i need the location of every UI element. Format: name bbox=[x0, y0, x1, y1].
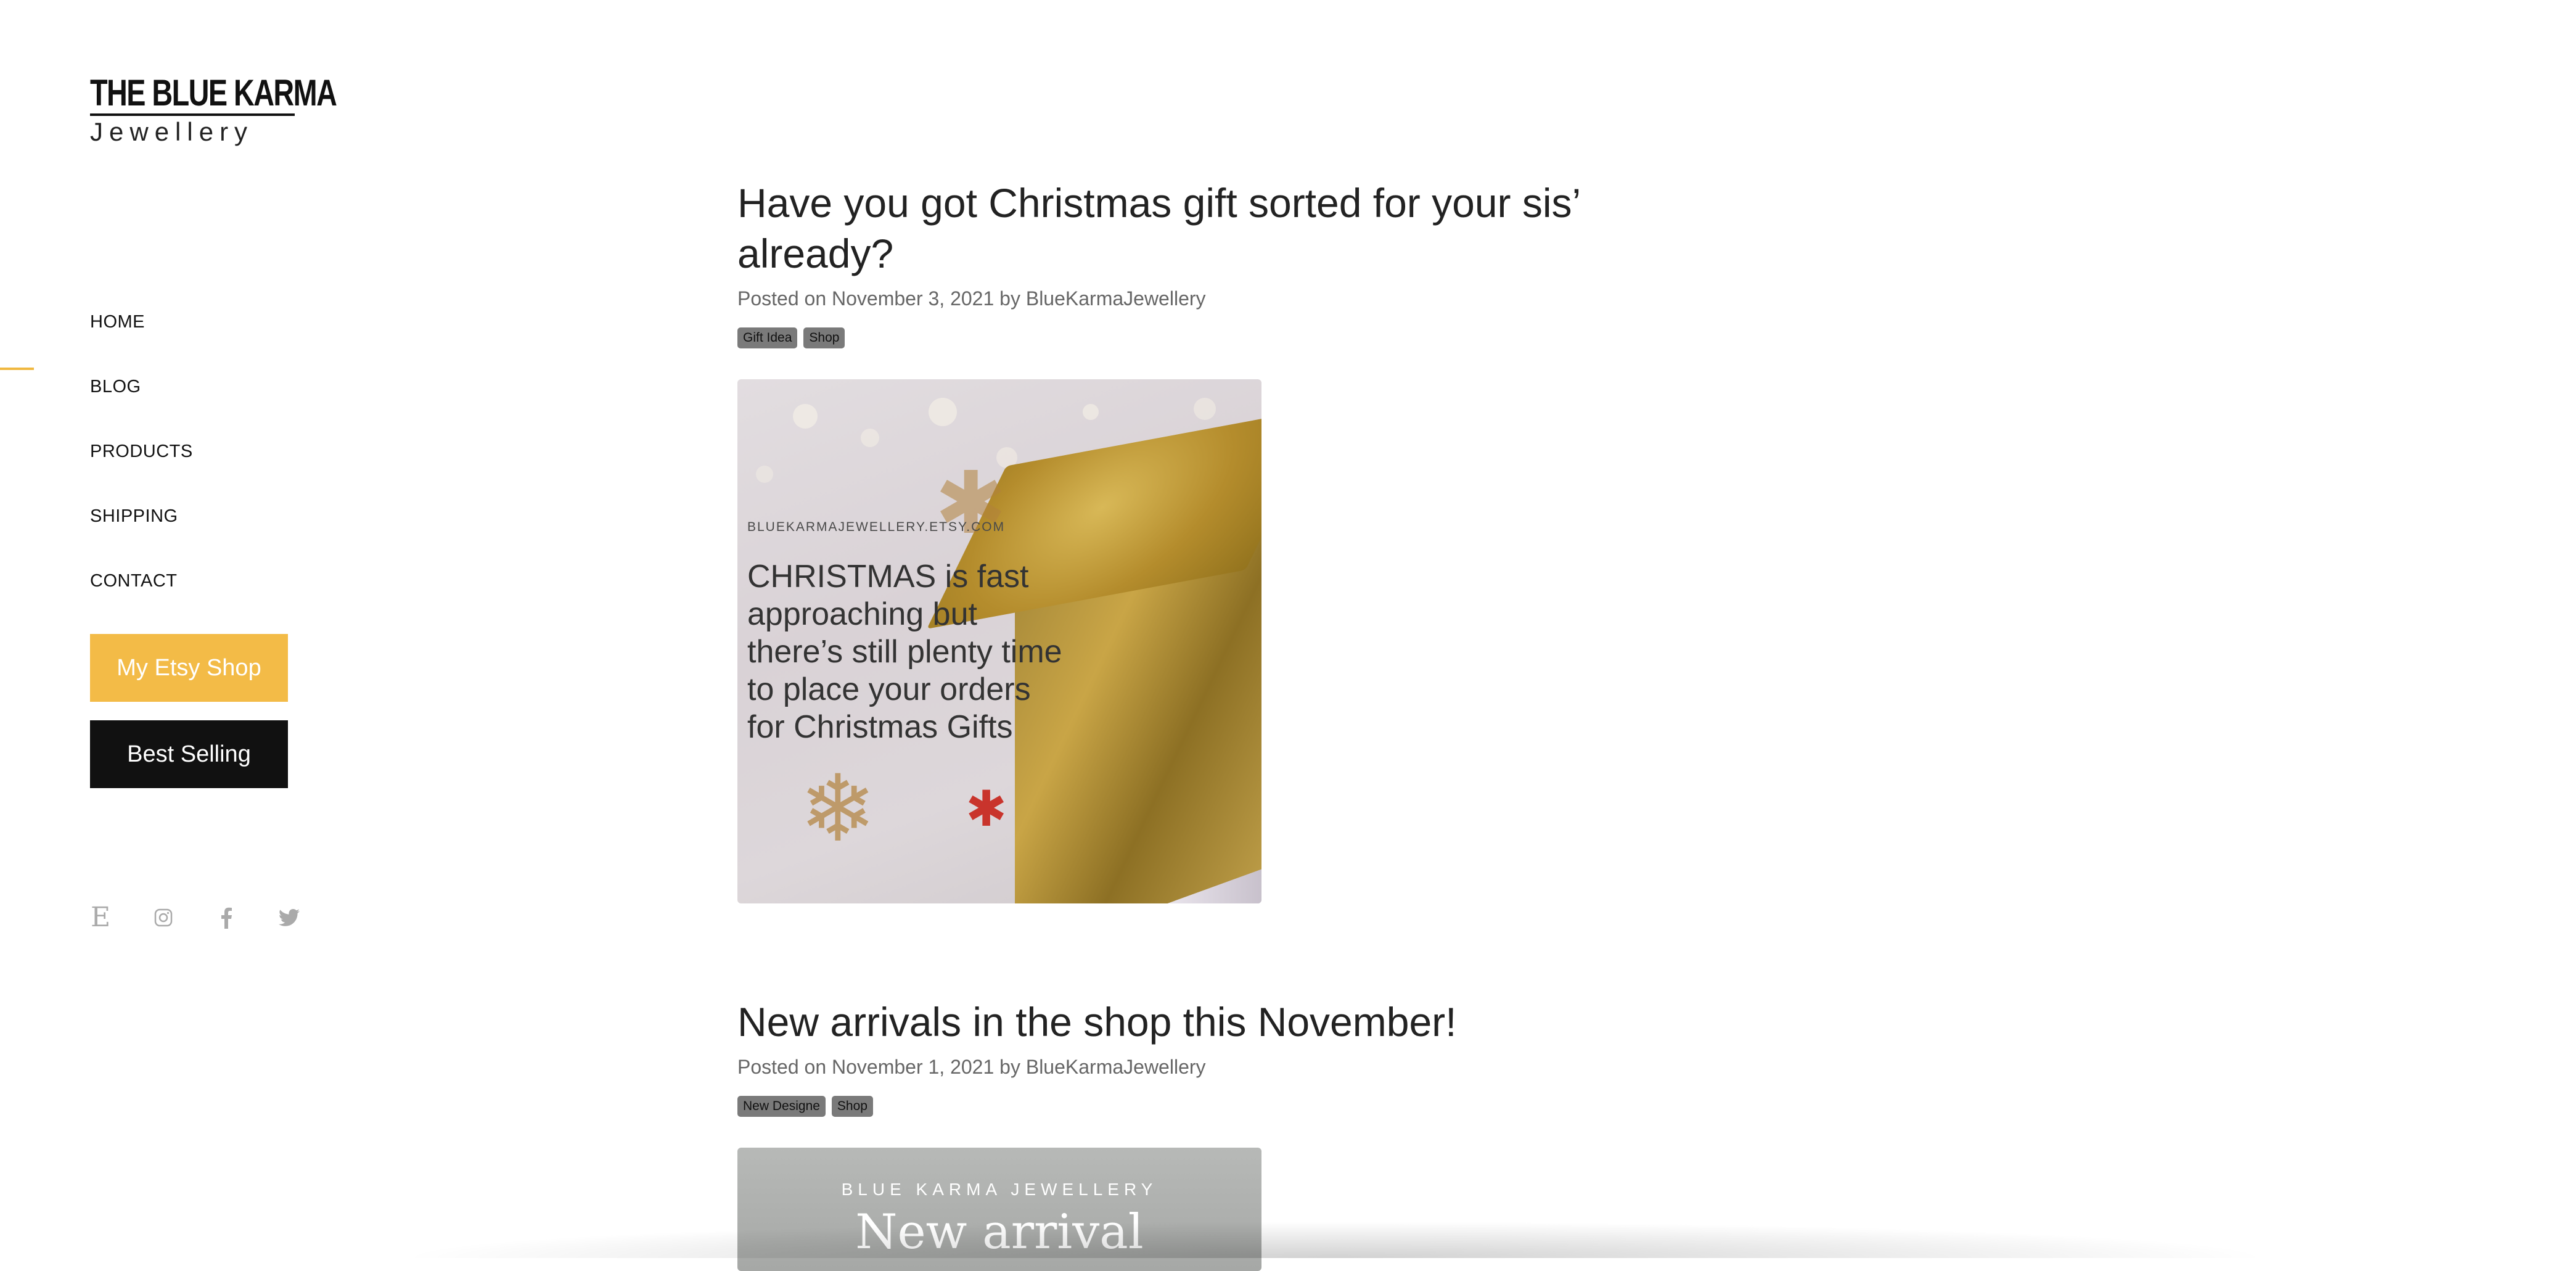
logo-line1: THE BLUE KARMA bbox=[90, 72, 337, 113]
nav-link-home[interactable]: HOME bbox=[90, 312, 145, 332]
tag-new-designs[interactable]: New Designe bbox=[737, 1096, 826, 1117]
image-brand-text: BLUE KARMA JEWELLERY bbox=[841, 1180, 1158, 1199]
tag-shop[interactable]: Shop bbox=[831, 1096, 873, 1117]
nav-link-blog[interactable]: BLOG bbox=[90, 377, 141, 397]
tag-gift-idea[interactable]: Gift Idea bbox=[737, 327, 798, 348]
image-url-text: BLUEKARMAJEWELLERY.ETSY.COM bbox=[747, 520, 1006, 534]
post-meta-prefix: Posted on bbox=[737, 1056, 832, 1078]
nav-item-products[interactable]: PRODUCTS bbox=[90, 419, 193, 484]
post-featured-image[interactable]: ✱ ❄ ✱ BLUEKARMAJEWELLERY.ETSY.COM CHRIST… bbox=[737, 379, 1261, 903]
post-meta: Posted on November 3, 2021 by BlueKarmaJ… bbox=[737, 287, 1662, 310]
sidebar: THE BLUE KARMA Jewellery HOME BLOG PRODU… bbox=[0, 0, 370, 1256]
twitter-icon[interactable] bbox=[279, 904, 300, 931]
post-tags: Gift Idea Shop bbox=[737, 327, 1662, 348]
post-title[interactable]: New arrivals in the shop this November! bbox=[737, 997, 1662, 1047]
nav-link-shipping[interactable]: SHIPPING bbox=[90, 506, 178, 527]
post-tags: New Designe Shop bbox=[737, 1096, 1662, 1117]
nav-item-blog[interactable]: BLOG bbox=[90, 355, 193, 419]
etsy-icon[interactable]: E bbox=[90, 904, 111, 931]
footer-shadow bbox=[395, 1221, 2275, 1258]
post-author[interactable]: BlueKarmaJewellery bbox=[1026, 287, 1206, 310]
nav-item-shipping[interactable]: SHIPPING bbox=[90, 484, 193, 549]
post-title[interactable]: Have you got Christmas gift sorted for y… bbox=[737, 178, 1662, 279]
best-selling-button[interactable]: Best Selling bbox=[90, 720, 288, 788]
tag-shop[interactable]: Shop bbox=[803, 327, 845, 348]
social-links: E bbox=[90, 904, 300, 931]
post-meta-prefix: Posted on bbox=[737, 287, 832, 310]
post-date[interactable]: November 1, 2021 bbox=[832, 1056, 994, 1078]
post-meta-by: by bbox=[994, 1056, 1026, 1078]
active-nav-indicator bbox=[0, 368, 34, 370]
main-nav: HOME BLOG PRODUCTS SHIPPING CONTACT bbox=[90, 290, 193, 614]
post-author[interactable]: BlueKarmaJewellery bbox=[1026, 1056, 1206, 1078]
instagram-icon[interactable] bbox=[153, 904, 174, 931]
post-date[interactable]: November 3, 2021 bbox=[832, 287, 994, 310]
nav-item-contact[interactable]: CONTACT bbox=[90, 549, 193, 614]
nav-link-products[interactable]: PRODUCTS bbox=[90, 442, 193, 462]
post-meta: Posted on November 1, 2021 by BlueKarmaJ… bbox=[737, 1056, 1662, 1079]
site-logo[interactable]: THE BLUE KARMA Jewellery bbox=[90, 72, 337, 148]
nav-link-contact[interactable]: CONTACT bbox=[90, 571, 178, 591]
blog-post: Have you got Christmas gift sorted for y… bbox=[737, 178, 1662, 903]
logo-line2: Jewellery bbox=[90, 117, 254, 146]
facebook-icon[interactable] bbox=[216, 904, 237, 931]
image-caption-text: CHRISTMAS is fast approaching but there’… bbox=[747, 559, 1062, 745]
etsy-shop-button[interactable]: My Etsy Shop bbox=[90, 634, 288, 702]
post-meta-by: by bbox=[994, 287, 1026, 310]
nav-item-home[interactable]: HOME bbox=[90, 290, 193, 355]
